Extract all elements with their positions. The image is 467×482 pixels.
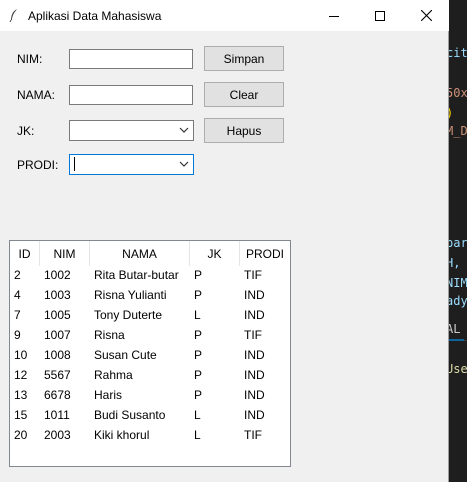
close-button[interactable] (403, 0, 449, 31)
column-header-prodi[interactable]: PRODI (240, 241, 290, 266)
table-row[interactable]: 15 1011 Budi Susanto L IND (10, 406, 290, 426)
cell-nama: Budi Susanto (94, 408, 166, 422)
jk-combobox[interactable] (69, 120, 194, 141)
cell-jk: P (194, 268, 203, 282)
cell-nim: 1007 (44, 328, 71, 342)
cell-id: 15 (14, 408, 28, 422)
cell-jk: L (194, 428, 201, 442)
column-header-jk[interactable]: JK (190, 241, 240, 266)
column-header-nama[interactable]: NAMA (90, 241, 190, 266)
cell-prodi: IND (244, 368, 265, 382)
table-row[interactable]: 13 6678 Haris P IND (10, 386, 290, 406)
cell-prodi: IND (244, 408, 265, 422)
editor-line: ady (446, 294, 467, 308)
cell-id: 9 (14, 328, 21, 342)
app-window: Aplikasi Data Mahasiswa NIM: NAMA: JK: P… (0, 0, 449, 482)
cell-jk: L (194, 308, 201, 322)
cell-id: 7 (14, 308, 21, 322)
cell-nama: Risna (94, 328, 125, 342)
prodi-combobox[interactable] (69, 154, 194, 175)
cell-jk: L (194, 408, 201, 422)
feather-icon (9, 9, 17, 22)
cell-nama: Rita Butar-butar (94, 268, 179, 282)
cell-prodi: IND (244, 388, 265, 402)
cell-nim: 2003 (44, 428, 71, 442)
cell-jk: P (194, 288, 203, 302)
cell-prodi: TIF (244, 428, 262, 442)
editor-line: M_D (446, 124, 467, 138)
cell-id: 12 (14, 368, 28, 382)
table-row[interactable]: 20 2003 Kiki khorul L TIF (10, 426, 290, 446)
title-bar[interactable]: Aplikasi Data Mahasiswa (0, 0, 449, 31)
editor-line: NIM (446, 276, 467, 290)
table-row[interactable]: 7 1005 Tony Duterte L IND (10, 306, 290, 326)
mahasiswa-table[interactable]: ID NIM NAMA JK PRODI 2 1002 Rita Butar-b… (9, 240, 291, 467)
close-icon (420, 10, 432, 21)
clear-button[interactable]: Clear (204, 82, 284, 107)
editor-line: 50x (446, 86, 467, 100)
cell-nim: 6678 (44, 388, 71, 402)
nim-label: NIM: (17, 52, 43, 66)
cell-nama: Tony Duterte (94, 308, 163, 322)
editor-line: par (446, 236, 467, 250)
cell-id: 13 (14, 388, 28, 402)
editor-line: Use (446, 362, 467, 376)
cell-nama: Kiki khorul (94, 428, 150, 442)
table-row[interactable]: 9 1007 Risna P TIF (10, 326, 290, 346)
simpan-button[interactable]: Simpan (204, 46, 284, 71)
cell-prodi: TIF (244, 328, 262, 342)
cell-jk: P (194, 368, 203, 382)
cell-nim: 1003 (44, 288, 71, 302)
table-row[interactable]: 2 1002 Rita Butar-butar P TIF (10, 266, 290, 286)
minimize-icon (329, 15, 339, 17)
maximize-icon (375, 10, 385, 21)
cell-nama: Rahma (94, 368, 133, 382)
cell-id: 2 (14, 268, 21, 282)
cell-nim: 1005 (44, 308, 71, 322)
cell-prodi: IND (244, 288, 265, 302)
cell-id: 4 (14, 288, 21, 302)
table-header: ID NIM NAMA JK PRODI (10, 241, 290, 266)
hapus-button[interactable]: Hapus (204, 118, 284, 143)
editor-line: cit (446, 46, 467, 60)
window-title: Aplikasi Data Mahasiswa (28, 9, 162, 23)
cell-nim: 5567 (44, 368, 71, 382)
column-header-id[interactable]: ID (10, 241, 40, 266)
cell-nim: 1008 (44, 348, 71, 362)
cell-nama: Haris (94, 388, 123, 402)
cell-nim: 1011 (44, 408, 70, 422)
cell-prodi: IND (244, 348, 265, 362)
minimize-button[interactable] (311, 0, 357, 31)
nama-label: NAMA: (17, 88, 56, 102)
table-row[interactable]: 10 1008 Susan Cute P IND (10, 346, 290, 366)
cell-nim: 1002 (44, 268, 71, 282)
nim-input[interactable] (69, 49, 193, 69)
cell-jk: P (194, 348, 203, 362)
jk-label: JK: (17, 124, 35, 138)
maximize-button[interactable] (357, 0, 403, 31)
table-row[interactable]: 12 5567 Rahma P IND (10, 366, 290, 386)
cell-prodi: TIF (244, 268, 262, 282)
nama-input[interactable] (69, 85, 193, 105)
cell-prodi: IND (244, 308, 265, 322)
cell-nama: Susan Cute (94, 348, 157, 362)
cell-jk: P (194, 388, 203, 402)
column-header-nim[interactable]: NIM (40, 241, 90, 266)
cell-nama: Risna Yulianti (94, 288, 167, 302)
table-row[interactable]: 4 1003 Risna Yulianti P IND (10, 286, 290, 306)
cell-jk: P (194, 328, 203, 342)
prodi-label: PRODI: (17, 158, 59, 172)
cell-id: 20 (14, 428, 28, 442)
text-cursor (74, 157, 75, 171)
chevron-down-icon (179, 161, 189, 167)
chevron-down-icon (179, 127, 189, 133)
cell-id: 10 (14, 348, 28, 362)
